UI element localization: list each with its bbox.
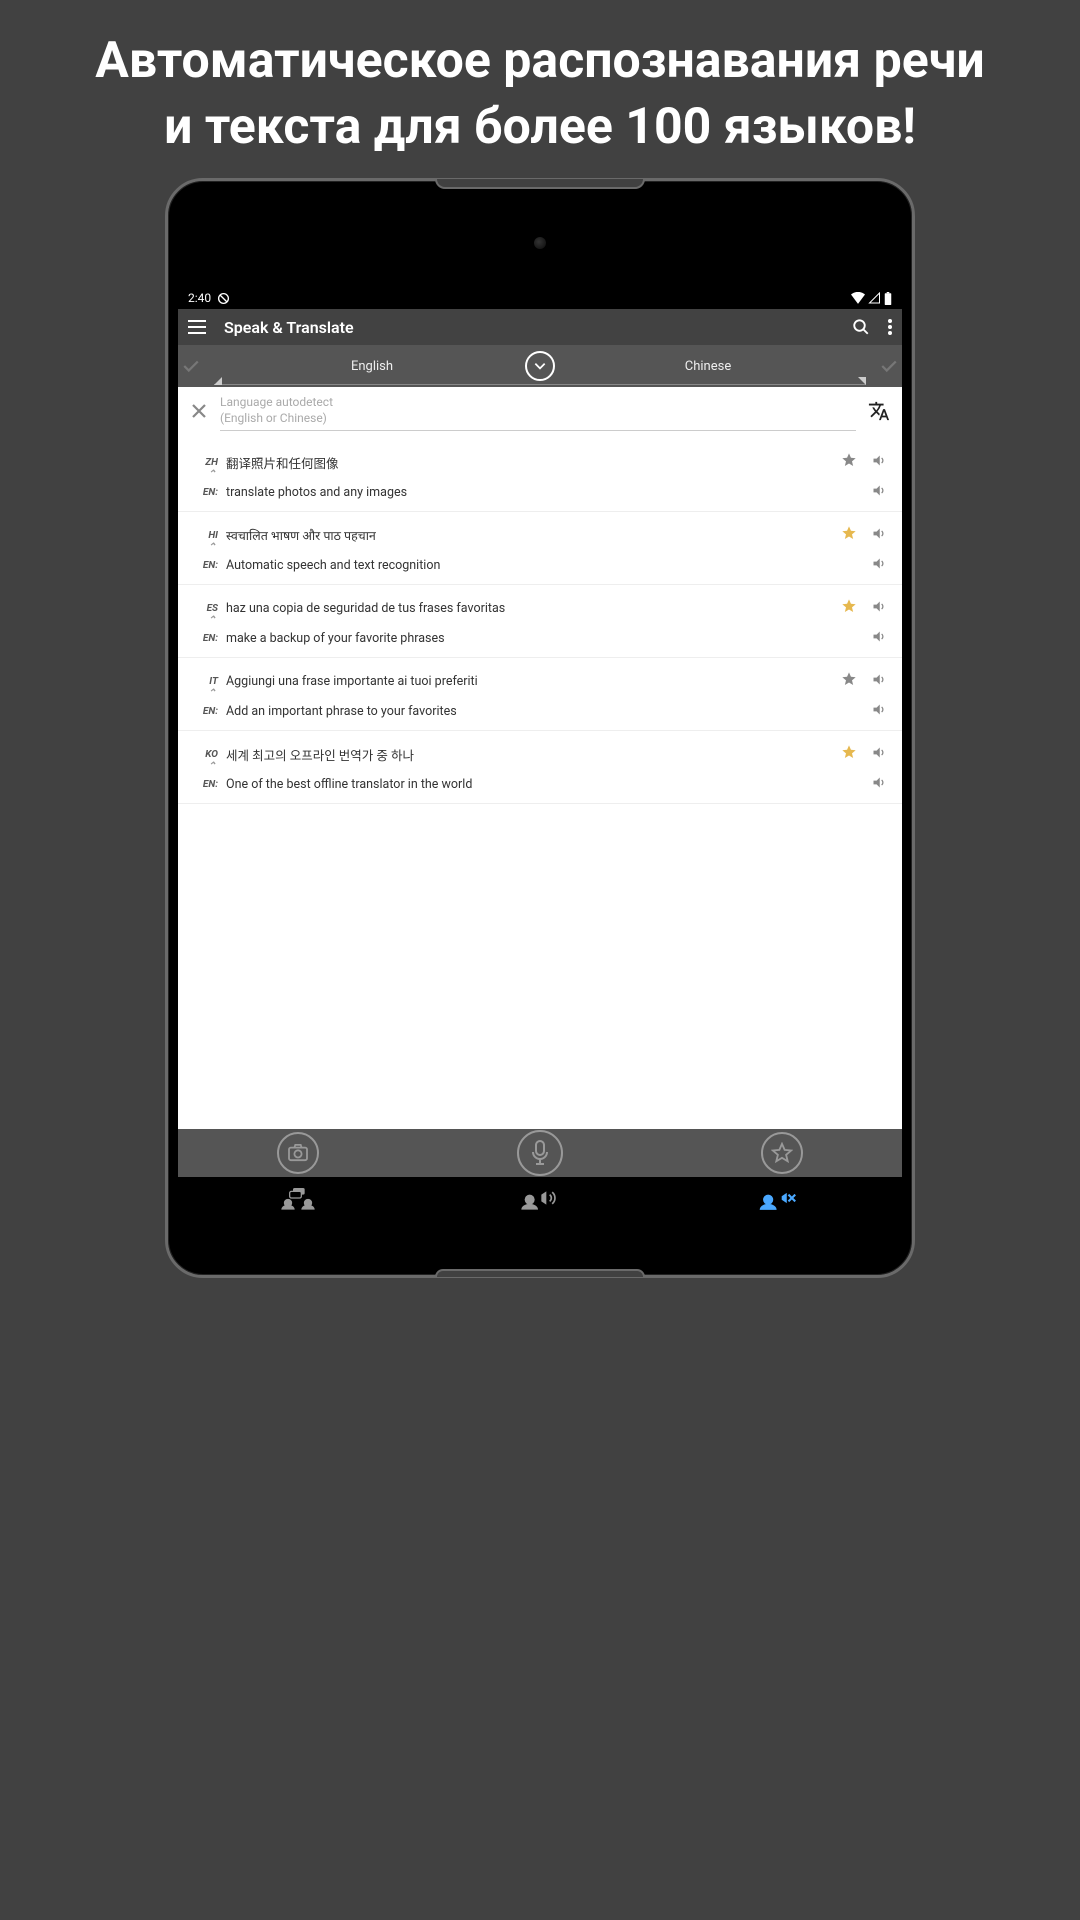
target-text: translate photos and any images (224, 485, 865, 500)
favorite-toggle[interactable] (841, 671, 857, 691)
camera-button[interactable] (277, 1132, 319, 1174)
tablet-frame: 2:40 Speak & Translate English Chinese (165, 178, 915, 1278)
play-source-audio[interactable] (871, 526, 886, 545)
placeholder-line1: Language autodetect (220, 395, 333, 409)
play-target-audio[interactable] (871, 702, 886, 721)
status-time: 2:40 (188, 291, 211, 305)
app-screen: 2:40 Speak & Translate English Chinese (178, 287, 902, 1219)
lang-left-check[interactable] (178, 354, 204, 379)
lang-triangle-right (858, 377, 866, 385)
nav-speak[interactable] (518, 1186, 558, 1210)
bottom-nav (178, 1177, 902, 1219)
favorite-toggle[interactable] (841, 744, 857, 764)
translation-entry: IT⌃ Aggiungi una frase importante ai tuo… (178, 658, 902, 731)
source-text: 翻译照片和任何图像 (224, 453, 835, 472)
play-target-audio[interactable] (871, 775, 886, 794)
chevron-down-icon (533, 361, 547, 371)
more-icon[interactable] (888, 319, 892, 335)
swap-languages-button[interactable] (525, 351, 555, 381)
mic-icon (531, 1140, 549, 1166)
source-lang-tag: ES⌃ (190, 603, 218, 614)
target-lang-tag: EN: (190, 487, 218, 498)
app-title: Speak & Translate (224, 318, 834, 337)
menu-icon[interactable] (188, 320, 206, 334)
placeholder-line2: (English or Chinese) (220, 411, 327, 425)
favorites-button[interactable] (761, 1132, 803, 1174)
source-lang-tag: HI⌃ (190, 530, 218, 541)
nav-offline[interactable] (758, 1186, 802, 1210)
play-source-audio[interactable] (871, 745, 886, 764)
translation-entry: HI⌃ स्वचालित भाषण और पाठ पहचान EN: Autom… (178, 512, 902, 585)
text-input-row: Language autodetect (English or Chinese) (178, 387, 902, 439)
target-text: One of the best offline translator in th… (224, 777, 865, 792)
wifi-icon (851, 292, 865, 304)
battery-icon (884, 292, 892, 305)
target-text: Automatic speech and text recognition (224, 558, 865, 573)
language-selector: English Chinese (178, 345, 902, 387)
lang-underline (214, 384, 866, 385)
status-bar: 2:40 (178, 287, 902, 309)
translate-icon[interactable] (868, 400, 890, 426)
target-lang-tag: EN: (190, 779, 218, 790)
play-target-audio[interactable] (871, 483, 886, 502)
target-text: make a backup of your favorite phrases (224, 631, 865, 646)
action-bar (178, 1129, 902, 1177)
clear-input-icon[interactable] (190, 401, 208, 426)
tablet-notch (435, 179, 645, 189)
no-circle-icon (217, 292, 230, 305)
target-text: Add an important phrase to your favorite… (224, 704, 865, 719)
tablet-camera (534, 237, 546, 249)
tablet-bottom-notch (435, 1269, 645, 1277)
play-target-audio[interactable] (871, 629, 886, 648)
target-language[interactable]: Chinese (540, 359, 876, 374)
play-source-audio[interactable] (871, 599, 886, 618)
source-lang-tag: ZH⌃ (190, 457, 218, 468)
text-input[interactable]: Language autodetect (English or Chinese) (220, 395, 856, 431)
translation-entry: ES⌃ haz una copia de seguridad de tus fr… (178, 585, 902, 658)
camera-icon (287, 1144, 309, 1162)
signal-icon (868, 292, 881, 304)
source-text: Aggiungi una frase importante ai tuoi pr… (224, 674, 835, 689)
source-language[interactable]: English (204, 359, 540, 374)
app-bar: Speak & Translate (178, 309, 902, 345)
search-icon[interactable] (852, 318, 870, 336)
source-text: haz una copia de seguridad de tus frases… (224, 601, 835, 616)
source-text: 세계 최고의 오프라인 번역가 중 하나 (224, 745, 835, 764)
star-icon (771, 1142, 793, 1164)
favorite-toggle[interactable] (841, 452, 857, 472)
target-lang-tag: EN: (190, 706, 218, 717)
promo-headline: Автоматическое распознавания речи и текс… (0, 0, 1080, 178)
play-source-audio[interactable] (871, 672, 886, 691)
target-lang-tag: EN: (190, 560, 218, 571)
nav-conversation[interactable] (278, 1186, 318, 1210)
play-source-audio[interactable] (871, 453, 886, 472)
mic-button[interactable] (517, 1130, 563, 1176)
lang-triangle-left (214, 377, 222, 385)
source-text: स्वचालित भाषण और पाठ पहचान (224, 527, 835, 544)
play-target-audio[interactable] (871, 556, 886, 575)
translation-entry: ZH⌃ 翻译照片和任何图像 EN: translate photos and a… (178, 439, 902, 512)
translation-list[interactable]: ZH⌃ 翻译照片和任何图像 EN: translate photos and a… (178, 439, 902, 1129)
source-lang-tag: KO⌃ (190, 749, 218, 760)
favorite-toggle[interactable] (841, 525, 857, 545)
lang-right-check[interactable] (876, 354, 902, 379)
target-lang-tag: EN: (190, 633, 218, 644)
source-lang-tag: IT⌃ (190, 676, 218, 687)
translation-entry: KO⌃ 세계 최고의 오프라인 번역가 중 하나 EN: One of the … (178, 731, 902, 804)
favorite-toggle[interactable] (841, 598, 857, 618)
